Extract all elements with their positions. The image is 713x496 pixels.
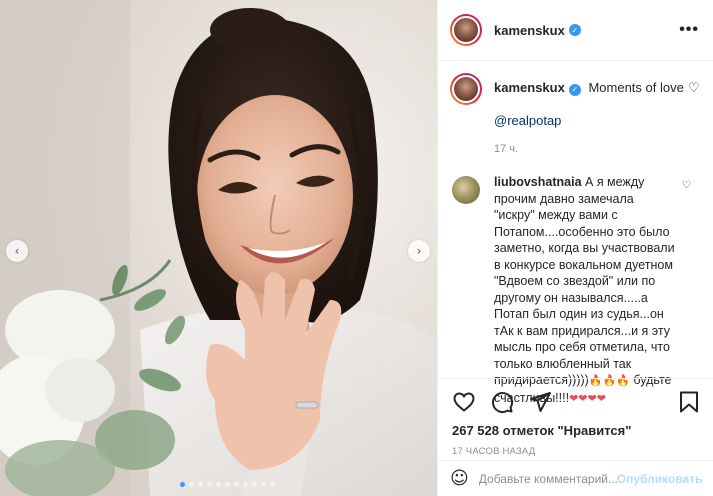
publish-button[interactable]: Опубликовать [617, 472, 703, 486]
action-icons-row [452, 387, 700, 417]
caption-username[interactable]: kamenskux [494, 80, 565, 95]
add-comment-bar: ☺ Опубликовать [438, 460, 713, 496]
comment-input[interactable] [478, 471, 617, 486]
caption-time[interactable]: 17 ч. [494, 140, 699, 158]
bookmark-icon[interactable] [678, 390, 700, 414]
carousel-dot [243, 482, 248, 487]
carousel-dot [234, 482, 239, 487]
carousel-prev-button[interactable]: ‹ [6, 240, 28, 262]
post-photo[interactable]: ‹ › [0, 0, 437, 496]
comment-body: liubovshatnaia А я между прочим давно за… [494, 174, 676, 407]
heart-icon: ♡ [687, 81, 700, 96]
carousel-dot [198, 482, 203, 487]
comment-item: liubovshatnaia А я между прочим давно за… [450, 174, 706, 407]
verified-badge-icon: ✓ [568, 24, 581, 36]
caption-body: kamenskux ✓ Moments of love ♡ @realpotap 1… [494, 73, 699, 158]
verified-badge-icon: ✓ [568, 84, 581, 96]
more-options-icon[interactable]: ••• [679, 21, 699, 39]
comment-text: А я между прочим давно замечала "искру" … [494, 175, 675, 387]
header-username[interactable]: kamenskux [494, 23, 565, 38]
caption-text: Moments of love [588, 80, 684, 95]
avatar[interactable] [450, 14, 482, 46]
comments-section: kamenskux ✓ Moments of love ♡ @realpotap 1… [450, 73, 706, 407]
likes-count[interactable]: 267 528 отметок "Нравится" [452, 423, 700, 438]
like-heart-icon[interactable] [452, 390, 476, 414]
caption: kamenskux ✓ Moments of love ♡ @realpotap 1… [450, 73, 706, 158]
post-side-panel: kamenskux ✓ ••• kamenskux ✓ Moments of lo… [437, 0, 713, 496]
carousel-dot [252, 482, 257, 487]
carousel-next-button[interactable]: › [408, 240, 430, 262]
avatar[interactable] [450, 73, 482, 105]
mention-link[interactable]: @realpotap [494, 112, 699, 130]
carousel-dot [189, 482, 194, 487]
carousel-dots [180, 482, 275, 487]
carousel-dot [270, 482, 275, 487]
comment-bubble-icon[interactable] [490, 390, 514, 414]
carousel-dot [180, 482, 185, 487]
carousel-dot [225, 482, 230, 487]
post-date[interactable]: 17 ЧАСОВ НАЗАД [452, 446, 700, 457]
commenter-avatar[interactable] [452, 176, 480, 204]
commenter-username[interactable]: liubovshatnaia [494, 175, 582, 189]
portrait-image [0, 0, 437, 496]
emoji-picker-icon[interactable]: ☺ [450, 468, 469, 489]
comment-like-heart-icon[interactable]: ♡ [682, 180, 691, 191]
post-header: kamenskux ✓ ••• [438, 0, 713, 61]
share-send-icon[interactable] [528, 390, 552, 414]
carousel-dot [261, 482, 266, 487]
carousel-dot [216, 482, 221, 487]
carousel-dot [207, 482, 212, 487]
